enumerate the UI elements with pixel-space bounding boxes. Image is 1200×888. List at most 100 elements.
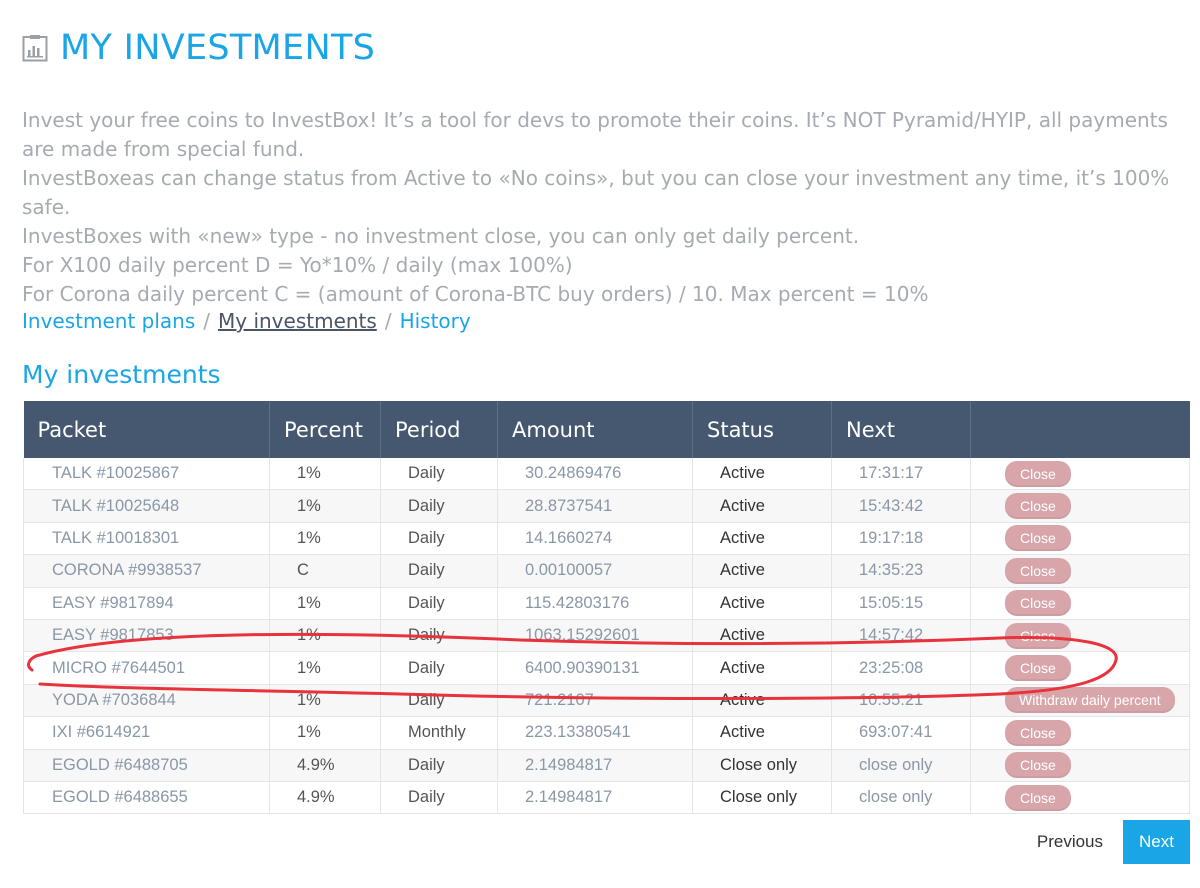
section-title: My investments — [22, 360, 221, 389]
cell-percent: 4.9% — [269, 749, 381, 782]
cell-period: Daily — [380, 781, 498, 815]
cell-status: Active — [692, 554, 832, 588]
cell-percent: 1% — [269, 651, 381, 685]
investments-table: Packet Percent Period Amount Status Next… — [23, 401, 1190, 815]
cell-packet: EGOLD #6488655 — [23, 781, 270, 815]
column-header-percent: Percent — [269, 401, 381, 458]
cell-next: 14:57:42 — [831, 619, 971, 653]
close-button[interactable]: Close — [1005, 752, 1071, 779]
cell-next: 15:43:42 — [831, 489, 971, 523]
cell-action: Close — [970, 651, 1190, 685]
cell-amount: 223.13380541 — [497, 716, 693, 750]
cell-period: Daily — [380, 458, 498, 491]
table-row: YODA #7036844 1% Daily 721.2107 Active 10:55:… — [23, 684, 1190, 718]
cell-action: Close — [970, 749, 1190, 782]
cell-packet: MICRO #7644501 — [23, 651, 270, 685]
cell-next: 14:35:23 — [831, 554, 971, 588]
cell-next: close only — [831, 749, 971, 782]
next-page-button[interactable]: Next — [1123, 820, 1190, 864]
cell-period: Daily — [380, 684, 498, 718]
cell-period: Daily — [380, 554, 498, 588]
cell-percent: 1% — [269, 716, 381, 750]
close-button[interactable]: Close — [1005, 655, 1071, 682]
intro-line: InvestBoxes with «new» type - no investm… — [22, 224, 860, 248]
cell-packet: EASY #9817853 — [23, 619, 270, 653]
column-header-amount: Amount — [497, 401, 693, 458]
breadcrumb-investment-plans[interactable]: Investment plans — [22, 309, 195, 333]
close-button[interactable]: Close — [1005, 493, 1071, 520]
cell-amount: 721.2107 — [497, 684, 693, 718]
page-header: MY INVESTMENTS — [22, 26, 375, 70]
table-row: EGOLD #6488705 4.9% Daily 2.14984817 Close o… — [23, 749, 1190, 782]
cell-period: Daily — [380, 522, 498, 556]
cell-next: 10:55:21 — [831, 684, 971, 718]
cell-period: Daily — [380, 587, 498, 620]
cell-status: Active — [692, 716, 832, 750]
breadcrumb-my-investments[interactable]: My investments — [218, 309, 377, 333]
cell-next: 17:31:17 — [831, 458, 971, 491]
cell-amount: 0.00100057 — [497, 554, 693, 588]
cell-period: Daily — [380, 651, 498, 685]
column-header-status: Status — [692, 401, 832, 458]
cell-action: Close — [970, 781, 1190, 815]
column-header-action — [970, 401, 1190, 458]
chart-clipboard-icon — [22, 35, 48, 62]
cell-percent: 1% — [269, 522, 381, 556]
cell-percent: 1% — [269, 619, 381, 653]
page-title: MY INVESTMENTS — [60, 28, 376, 68]
column-header-next: Next — [831, 401, 971, 458]
table-row: CORONA #9938537 C Daily 0.00100057 Active 14:… — [23, 554, 1190, 588]
table-row: EASY #9817853 1% Daily 1063.15292601 Active 1… — [23, 619, 1190, 653]
cell-action: Close — [970, 554, 1190, 588]
close-button[interactable]: Close — [1005, 622, 1071, 649]
intro-line: InvestBoxeas can change status from Acti… — [22, 166, 1170, 219]
cell-period: Daily — [380, 749, 498, 782]
close-button[interactable]: Close — [1005, 525, 1071, 552]
close-button[interactable]: Close — [1005, 590, 1071, 617]
intro-line: For Corona daily percent C = (amount of … — [22, 282, 929, 306]
cell-next: 693:07:41 — [831, 716, 971, 750]
close-button[interactable]: Close — [1005, 557, 1071, 584]
withdraw-daily-percent-button[interactable]: Withdraw daily percent — [1005, 687, 1175, 714]
cell-percent: 1% — [269, 458, 381, 491]
cell-period: Daily — [380, 619, 498, 653]
close-button[interactable]: Close — [1005, 719, 1071, 746]
previous-page-button[interactable]: Previous — [1017, 820, 1123, 864]
close-button[interactable]: Close — [1005, 784, 1071, 811]
cell-status: Active — [692, 587, 832, 620]
cell-period: Monthly — [380, 716, 498, 750]
intro-line: Invest your free coins to InvestBox! It’… — [22, 108, 1168, 161]
cell-status: Close only — [692, 749, 832, 782]
table-row: TALK #10025867 1% Daily 30.24869476 Active 17… — [23, 458, 1190, 491]
table-row: EASY #9817894 1% Daily 115.42803176 Active 15… — [23, 587, 1190, 620]
cell-amount: 2.14984817 — [497, 781, 693, 815]
cell-packet: TALK #10018301 — [23, 522, 270, 556]
cell-next: close only — [831, 781, 971, 815]
column-header-period: Period — [380, 401, 498, 458]
cell-packet: EASY #9817894 — [23, 587, 270, 620]
close-button[interactable]: Close — [1005, 460, 1071, 487]
cell-next: 19:17:18 — [831, 522, 971, 556]
cell-percent: 4.9% — [269, 781, 381, 815]
cell-next: 23:25:08 — [831, 651, 971, 685]
cell-action: Close — [970, 587, 1190, 620]
cell-action: Close — [970, 489, 1190, 523]
intro-line: For X100 daily percent D = Yo*10% / dail… — [22, 253, 573, 277]
cell-status: Active — [692, 458, 832, 491]
cell-status: Active — [692, 684, 832, 718]
cell-amount: 30.24869476 — [497, 458, 693, 491]
cell-period: Daily — [380, 489, 498, 523]
cell-status: Active — [692, 522, 832, 556]
cell-action: Withdraw daily percent — [970, 684, 1190, 718]
breadcrumb-history[interactable]: History — [400, 309, 471, 333]
cell-action: Close — [970, 458, 1190, 491]
cell-amount: 115.42803176 — [497, 587, 693, 620]
cell-status: Active — [692, 651, 832, 685]
cell-status: Active — [692, 619, 832, 653]
cell-packet: IXI #6614921 — [23, 716, 270, 750]
cell-amount: 6400.90390131 — [497, 651, 693, 685]
table-row: MICRO #7644501 1% Daily 6400.90390131 Active… — [23, 651, 1190, 685]
cell-packet: EGOLD #6488705 — [23, 749, 270, 782]
cell-amount: 1063.15292601 — [497, 619, 693, 653]
column-header-packet: Packet — [23, 401, 270, 458]
